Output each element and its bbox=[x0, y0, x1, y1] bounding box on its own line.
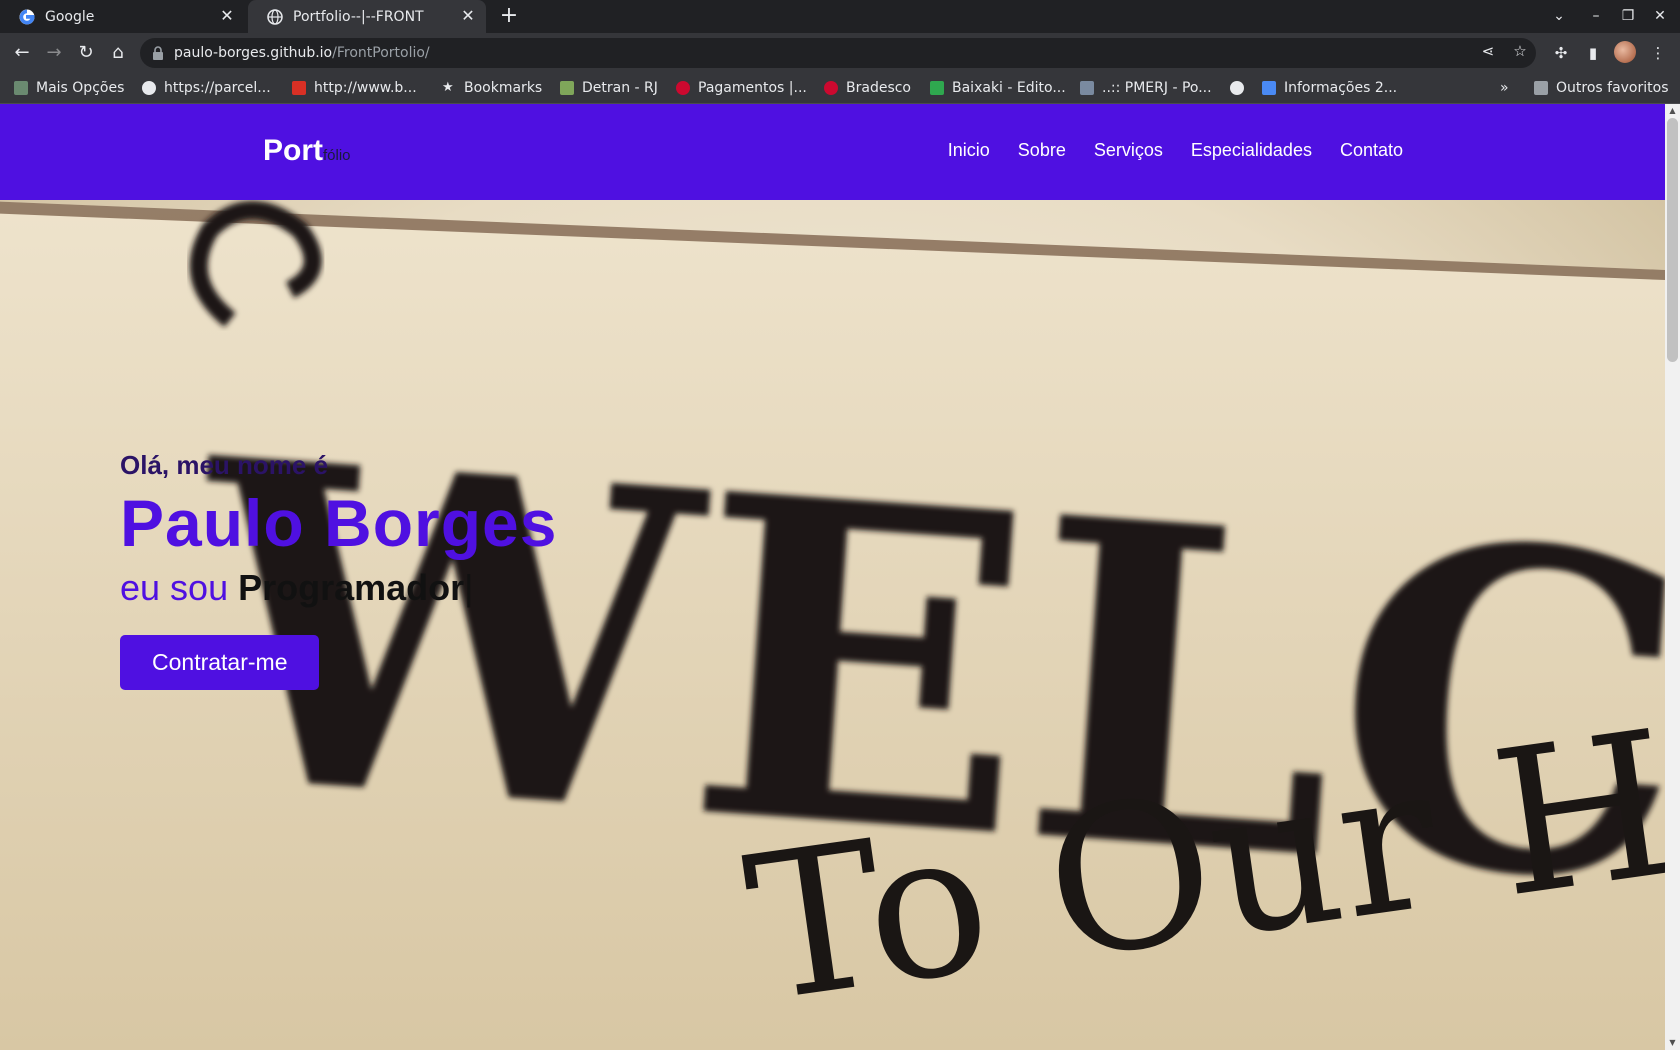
url-host: paulo-borges.github.io bbox=[174, 45, 333, 61]
folder-icon bbox=[1534, 81, 1548, 95]
scrollbar-thumb[interactable] bbox=[1667, 118, 1678, 362]
window-close-icon[interactable]: ✕ bbox=[1649, 5, 1671, 27]
address-bar[interactable]: paulo-borges.github.io/FrontPortolio/ bbox=[140, 38, 1536, 68]
extensions-puzzle-icon[interactable]: ✣ bbox=[1551, 43, 1571, 63]
bookmark-item[interactable]: Baixaki - Edito... bbox=[930, 73, 1066, 103]
typing-cursor: | bbox=[464, 567, 474, 608]
hero-intro: Olá, meu nome é Paulo Borges eu sou Prog… bbox=[120, 450, 557, 690]
other-bookmarks-folder[interactable]: Outros favoritos bbox=[1534, 73, 1669, 103]
nav-link-especialidades[interactable]: Especialidades bbox=[1191, 140, 1312, 161]
hero-name: Paulo Borges bbox=[120, 486, 558, 560]
scroll-down-icon[interactable]: ▼ bbox=[1665, 1036, 1680, 1050]
bookmark-item[interactable]: ★ Bookmarks bbox=[442, 73, 542, 103]
bookmark-item[interactable]: Informações 2... bbox=[1262, 73, 1397, 103]
bookmark-item[interactable]: ..:: PMERJ - Po... bbox=[1080, 73, 1212, 103]
tab-google[interactable]: Google ✕ bbox=[0, 0, 245, 33]
more-bookmarks-icon[interactable]: » bbox=[1500, 73, 1509, 103]
scroll-up-icon[interactable]: ▲ bbox=[1665, 104, 1680, 118]
bookmarks-bar: Mais Opções https://parcel... http://www… bbox=[0, 73, 1680, 104]
minimize-icon[interactable]: – bbox=[1585, 5, 1607, 27]
nav-link-inicio[interactable]: Inicio bbox=[948, 140, 990, 161]
globe-icon bbox=[1230, 81, 1244, 95]
restore-icon[interactable]: ❐ bbox=[1617, 5, 1639, 27]
bookmark-item[interactable]: https://parcel... bbox=[142, 73, 271, 103]
site-icon bbox=[292, 81, 306, 95]
detran-icon bbox=[560, 81, 574, 95]
shield-icon bbox=[14, 81, 28, 95]
google-icon bbox=[19, 9, 35, 25]
tab-search-chevron-icon[interactable]: ⌄ bbox=[1548, 5, 1570, 27]
nav-link-servicos[interactable]: Serviços bbox=[1094, 140, 1163, 161]
more-menu-icon[interactable]: ⋮ bbox=[1648, 43, 1668, 63]
bookmark-star-icon[interactable]: ☆ bbox=[1510, 41, 1530, 61]
browser-toolbar: ← → ↻ ⌂ paulo-borges.github.io/FrontPort… bbox=[0, 33, 1680, 73]
baixaki-icon bbox=[930, 81, 944, 95]
tab-title: Portfolio--|--FRONT bbox=[293, 8, 424, 25]
hero-role-prefix: eu sou bbox=[120, 567, 229, 608]
reload-icon[interactable]: ↻ bbox=[74, 41, 98, 65]
hire-me-button[interactable]: Contratar-me bbox=[120, 635, 320, 690]
hero-role-line: eu sou Programador| bbox=[120, 567, 557, 609]
site-header: Portfólio Inicio Sobre Serviços Especial… bbox=[0, 104, 1665, 200]
back-arrow-icon[interactable]: ← bbox=[10, 41, 34, 65]
hero-greeting: Olá, meu nome é bbox=[120, 450, 329, 480]
bookmark-item[interactable] bbox=[1230, 73, 1252, 103]
star-icon: ★ bbox=[442, 80, 454, 95]
new-tab-icon[interactable]: + bbox=[497, 4, 521, 28]
main-nav: Inicio Sobre Serviços Especialidades Con… bbox=[948, 140, 1403, 161]
hero-role: Programador bbox=[238, 567, 465, 608]
hero-section: WELCOME To Our Home Olá, meu nome é Paul… bbox=[0, 200, 1665, 1050]
share-icon[interactable]: ⋖ bbox=[1478, 41, 1498, 61]
dropbox-icon bbox=[1262, 81, 1276, 95]
url-path: /FrontPortolio/ bbox=[332, 45, 430, 61]
browser-tab-strip: Google ✕ Portfolio--|--FRONT ✕ + ⌄ – ❐ ✕ bbox=[0, 0, 1680, 33]
profile-avatar[interactable] bbox=[1614, 41, 1636, 63]
nav-link-sobre[interactable]: Sobre bbox=[1018, 140, 1066, 161]
home-icon[interactable]: ⌂ bbox=[106, 41, 130, 65]
close-tab-icon[interactable]: ✕ bbox=[219, 8, 235, 24]
bookmark-item[interactable]: Mais Opções bbox=[14, 73, 124, 103]
bradesco-icon bbox=[676, 81, 690, 95]
close-tab-icon[interactable]: ✕ bbox=[460, 8, 476, 24]
site-logo[interactable]: Portfólio bbox=[263, 134, 351, 168]
globe-icon bbox=[267, 8, 283, 25]
globe-icon bbox=[142, 81, 156, 95]
bradesco-icon bbox=[824, 81, 838, 95]
bookmark-item[interactable]: Detran - RJ bbox=[560, 73, 658, 103]
forward-arrow-icon[interactable]: → bbox=[42, 41, 66, 65]
side-panel-icon[interactable]: ▮ bbox=[1583, 43, 1603, 63]
bookmark-item[interactable]: Bradesco bbox=[824, 73, 911, 103]
pmerj-icon bbox=[1080, 81, 1094, 95]
bookmark-item[interactable]: Pagamentos |... bbox=[676, 73, 807, 103]
tab-title: Google bbox=[45, 8, 95, 25]
page-viewport: Portfólio Inicio Sobre Serviços Especial… bbox=[0, 104, 1665, 1050]
bookmark-item[interactable]: http://www.b... bbox=[292, 73, 417, 103]
lock-icon bbox=[152, 46, 164, 60]
nav-link-contato[interactable]: Contato bbox=[1340, 140, 1403, 161]
tab-portfolio[interactable]: Portfolio--|--FRONT ✕ bbox=[248, 0, 486, 33]
